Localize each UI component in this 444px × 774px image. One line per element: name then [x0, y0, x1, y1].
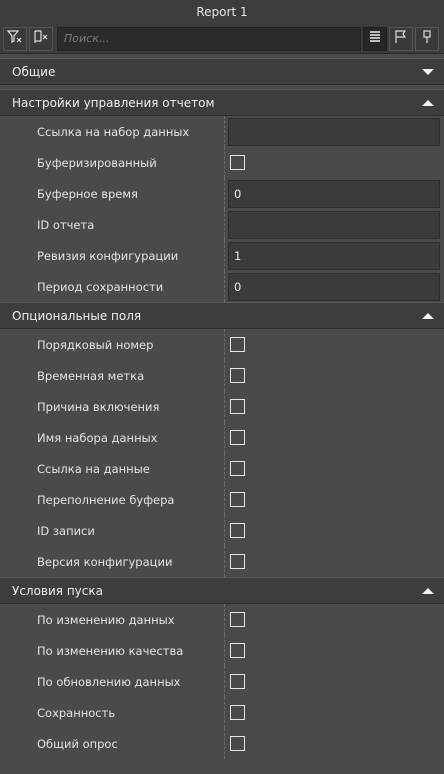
quality-change-checkbox[interactable] [230, 643, 245, 658]
reset-filter-icon [33, 29, 49, 48]
property-row: Буферизированный [0, 147, 444, 178]
property-label: Причина включения [0, 391, 225, 422]
property-label: Имя набора данных [0, 422, 225, 453]
buffer-time-field[interactable]: 0 [228, 179, 440, 208]
property-row: Буферное время 0 [0, 178, 444, 209]
config-revision-field[interactable]: 1 [228, 241, 440, 270]
section-title: Условия пуска [12, 583, 103, 598]
property-label: Ссылка на данные [0, 453, 225, 484]
toolbar [0, 24, 444, 54]
property-label: ID отчета [0, 209, 225, 240]
section-title: Опциональные поля [12, 308, 142, 323]
section-optional-header[interactable]: Опциональные поля [0, 302, 444, 329]
entry-id-checkbox[interactable] [230, 523, 245, 538]
property-row: Переполнение буфера [0, 484, 444, 515]
property-row: Сохранность [0, 697, 444, 728]
pin-icon [419, 29, 435, 48]
flag-button[interactable] [389, 26, 413, 51]
property-label: Переполнение буфера [0, 484, 225, 515]
chevron-up-icon [422, 99, 434, 106]
property-label: По изменению качества [0, 635, 225, 666]
property-row: ID записи [0, 515, 444, 546]
property-label: По обновлению данных [0, 666, 225, 697]
filter-icon [6, 29, 23, 48]
property-label: Ссылка на набор данных [0, 116, 225, 147]
property-row: ID отчета [0, 209, 444, 240]
property-label: Сохранность [0, 697, 225, 728]
property-row: Ссылка на данные [0, 453, 444, 484]
integrity-checkbox[interactable] [230, 705, 245, 720]
report-id-field[interactable] [228, 210, 440, 239]
property-row: Причина включения [0, 391, 444, 422]
property-row: Имя набора данных [0, 422, 444, 453]
timestamp-checkbox[interactable] [230, 368, 245, 383]
section-title: Общие [12, 64, 56, 79]
dataset-ref-field[interactable] [228, 117, 440, 146]
property-label: Версия конфигурации [0, 546, 225, 577]
chevron-up-icon [422, 312, 434, 319]
config-version-checkbox[interactable] [230, 554, 245, 569]
chevron-down-icon [422, 68, 434, 75]
window-title: Report 1 [196, 5, 248, 19]
property-label: По изменению данных [0, 604, 225, 635]
list-view-icon [367, 29, 383, 48]
property-row: По обновлению данных [0, 666, 444, 697]
data-ref-checkbox[interactable] [230, 461, 245, 476]
property-label: Буферизированный [0, 147, 225, 178]
pin-button[interactable] [415, 26, 439, 51]
window-titlebar: Report 1 [0, 0, 444, 24]
buffered-checkbox[interactable] [230, 155, 245, 170]
property-label: Общий опрос [0, 728, 225, 759]
property-row: По изменению данных [0, 604, 444, 635]
sequence-number-checkbox[interactable] [230, 337, 245, 352]
section-triggers-header[interactable]: Условия пуска [0, 577, 444, 604]
property-label: Временная метка [0, 360, 225, 391]
data-change-checkbox[interactable] [230, 612, 245, 627]
flag-icon [393, 29, 409, 48]
property-label: ID записи [0, 515, 225, 546]
property-row: Временная метка [0, 360, 444, 391]
property-label: Ревизия конфигурации [0, 240, 225, 271]
section-title: Настройки управления отчетом [12, 95, 215, 110]
filter-button[interactable] [3, 26, 27, 51]
search-input[interactable] [57, 26, 361, 51]
reset-filter-button[interactable] [29, 26, 53, 51]
retention-period-field[interactable]: 0 [228, 272, 440, 301]
buffer-overflow-checkbox[interactable] [230, 492, 245, 507]
property-label: Период сохранности [0, 271, 225, 302]
data-update-checkbox[interactable] [230, 674, 245, 689]
property-row: Период сохранности 0 [0, 271, 444, 302]
property-row: По изменению качества [0, 635, 444, 666]
property-label: Буферное время [0, 178, 225, 209]
property-row: Ссылка на набор данных [0, 116, 444, 147]
property-panel: Общие Настройки управления отчетом Ссылк… [0, 54, 444, 759]
section-general-header[interactable]: Общие [0, 58, 444, 85]
section-control-header[interactable]: Настройки управления отчетом [0, 89, 444, 116]
property-row: Общий опрос [0, 728, 444, 759]
property-label: Порядковый номер [0, 329, 225, 360]
list-view-button[interactable] [363, 26, 387, 51]
property-row: Версия конфигурации [0, 546, 444, 577]
property-row: Порядковый номер [0, 329, 444, 360]
reason-checkbox[interactable] [230, 399, 245, 414]
dataset-name-checkbox[interactable] [230, 430, 245, 445]
general-interrogation-checkbox[interactable] [230, 736, 245, 751]
property-row: Ревизия конфигурации 1 [0, 240, 444, 271]
chevron-up-icon [422, 587, 434, 594]
